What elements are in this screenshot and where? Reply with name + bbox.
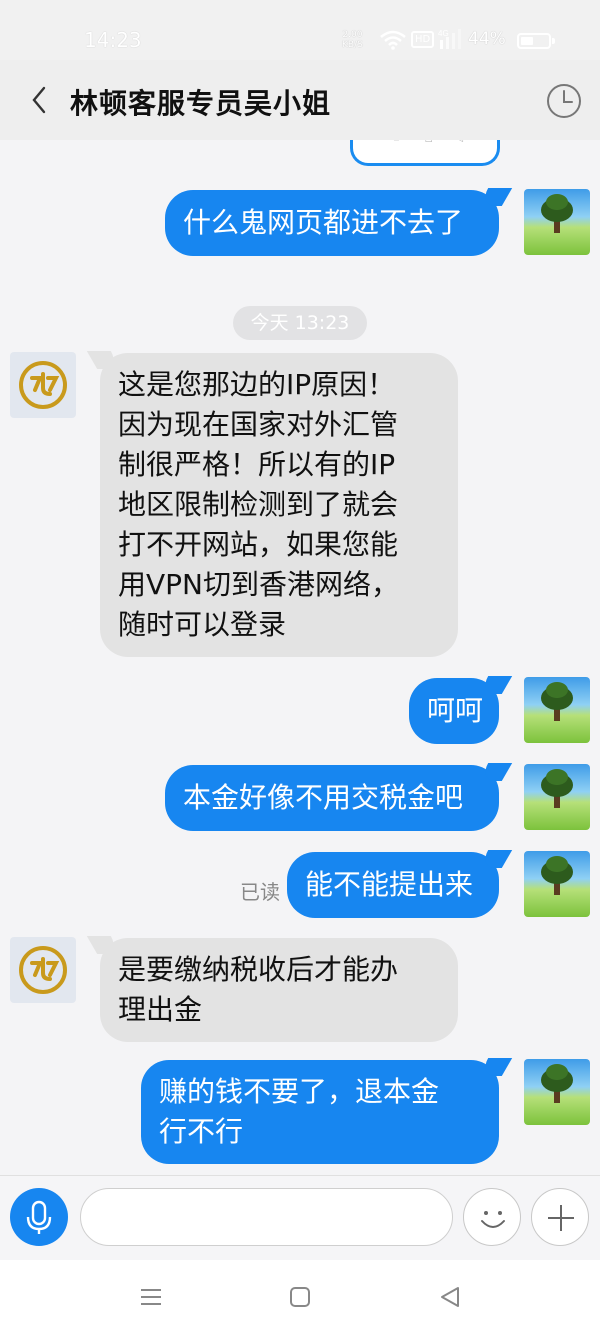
incoming-message[interactable]: 这是您那边的IP原因！ 因为现在国家对外汇管 制很严格！所以有的IP 地区限制检… <box>86 351 458 657</box>
incoming-message[interactable]: 是要缴纳税收后才能办 理出金 <box>86 936 458 1042</box>
message-line: 用VPN切到香港网络， <box>118 568 399 601</box>
outgoing-message[interactable]: 什么鬼网页都进不去了 <box>165 188 513 256</box>
my-avatar[interactable] <box>524 677 590 743</box>
message-line: 制很严格！所以有的IP <box>118 448 396 481</box>
message-list[interactable]: ≡ □ ◁ 什么鬼网页都进不去了 今天 13:23 这是您那边的IP原因！ 因为… <box>0 140 600 1175</box>
agent-avatar[interactable] <box>10 352 76 418</box>
wifi-icon <box>380 30 406 50</box>
outgoing-message[interactable]: 呵呵 <box>409 676 513 744</box>
agent-avatar[interactable] <box>10 937 76 1003</box>
my-avatar[interactable] <box>524 189 590 255</box>
battery-icon <box>517 33 555 49</box>
message-line: 因为现在国家对外汇管 <box>118 408 399 441</box>
network-speed-value: 2.00 <box>342 30 363 40</box>
home-icon[interactable] <box>287 1284 313 1310</box>
compose-bar <box>0 1175 600 1260</box>
message-line: 随时可以登录 <box>118 608 287 641</box>
back-icon[interactable] <box>26 82 56 118</box>
network-speed-unit: KB/S <box>342 40 363 50</box>
emoji-icon <box>481 1211 505 1228</box>
previous-image-message[interactable]: ≡ □ ◁ <box>350 140 500 166</box>
message-input[interactable] <box>80 1188 453 1246</box>
message-text: 能不能提出来 <box>305 868 474 901</box>
message-line: 是要缴纳税收后才能办 <box>118 953 399 986</box>
contact-name: 林顿客服专员吴小姐 <box>70 87 332 120</box>
message-text: 呵呵 <box>427 694 484 727</box>
status-time: 14:23 <box>84 28 142 52</box>
hd-badge: HD <box>411 31 435 48</box>
network-speed: 2.00 KB/S <box>342 30 363 50</box>
plus-icon <box>548 1205 574 1231</box>
microphone-icon <box>26 1200 52 1234</box>
my-avatar[interactable] <box>524 764 590 830</box>
history-icon[interactable] <box>545 82 583 120</box>
outgoing-message[interactable]: 能不能提出来 <box>287 850 513 918</box>
company-logo-icon <box>19 361 67 409</box>
my-avatar[interactable] <box>524 1059 590 1125</box>
message-line: 这是您那边的IP原因！ <box>118 368 396 401</box>
message-line: 理出金 <box>118 993 203 1026</box>
signal-icon: 4G <box>438 29 461 49</box>
network-type: 4G <box>438 29 449 38</box>
message-line: 打不开网站，如果您能 <box>118 528 399 561</box>
more-actions-button[interactable] <box>531 1188 589 1246</box>
read-receipt: 已读 <box>240 880 280 904</box>
menu-icon[interactable] <box>138 1284 164 1310</box>
company-logo-icon <box>19 946 67 994</box>
battery-percent: 44% <box>468 29 506 49</box>
emoji-button[interactable] <box>463 1188 521 1246</box>
message-text: 本金好像不用交税金吧 <box>183 781 464 814</box>
timestamp-divider: 今天 13:23 <box>233 306 367 340</box>
system-navigation-bar <box>0 1260 600 1333</box>
my-avatar[interactable] <box>524 851 590 917</box>
voice-input-button[interactable] <box>10 1188 68 1246</box>
message-line: 地区限制检测到了就会 <box>118 488 399 521</box>
back-triangle-icon[interactable] <box>437 1284 463 1310</box>
chat-header: 林顿客服专员吴小姐 <box>0 60 600 140</box>
outgoing-message[interactable]: 本金好像不用交税金吧 <box>165 763 513 831</box>
message-line: 行不行 <box>159 1115 244 1148</box>
message-line: 赚的钱不要了，退本金 <box>159 1075 440 1108</box>
outgoing-message[interactable]: 赚的钱不要了，退本金 行不行 <box>141 1058 513 1164</box>
status-bar: 14:23 2.00 KB/S HD 4G 44% <box>0 0 600 60</box>
message-text: 什么鬼网页都进不去了 <box>183 206 464 239</box>
